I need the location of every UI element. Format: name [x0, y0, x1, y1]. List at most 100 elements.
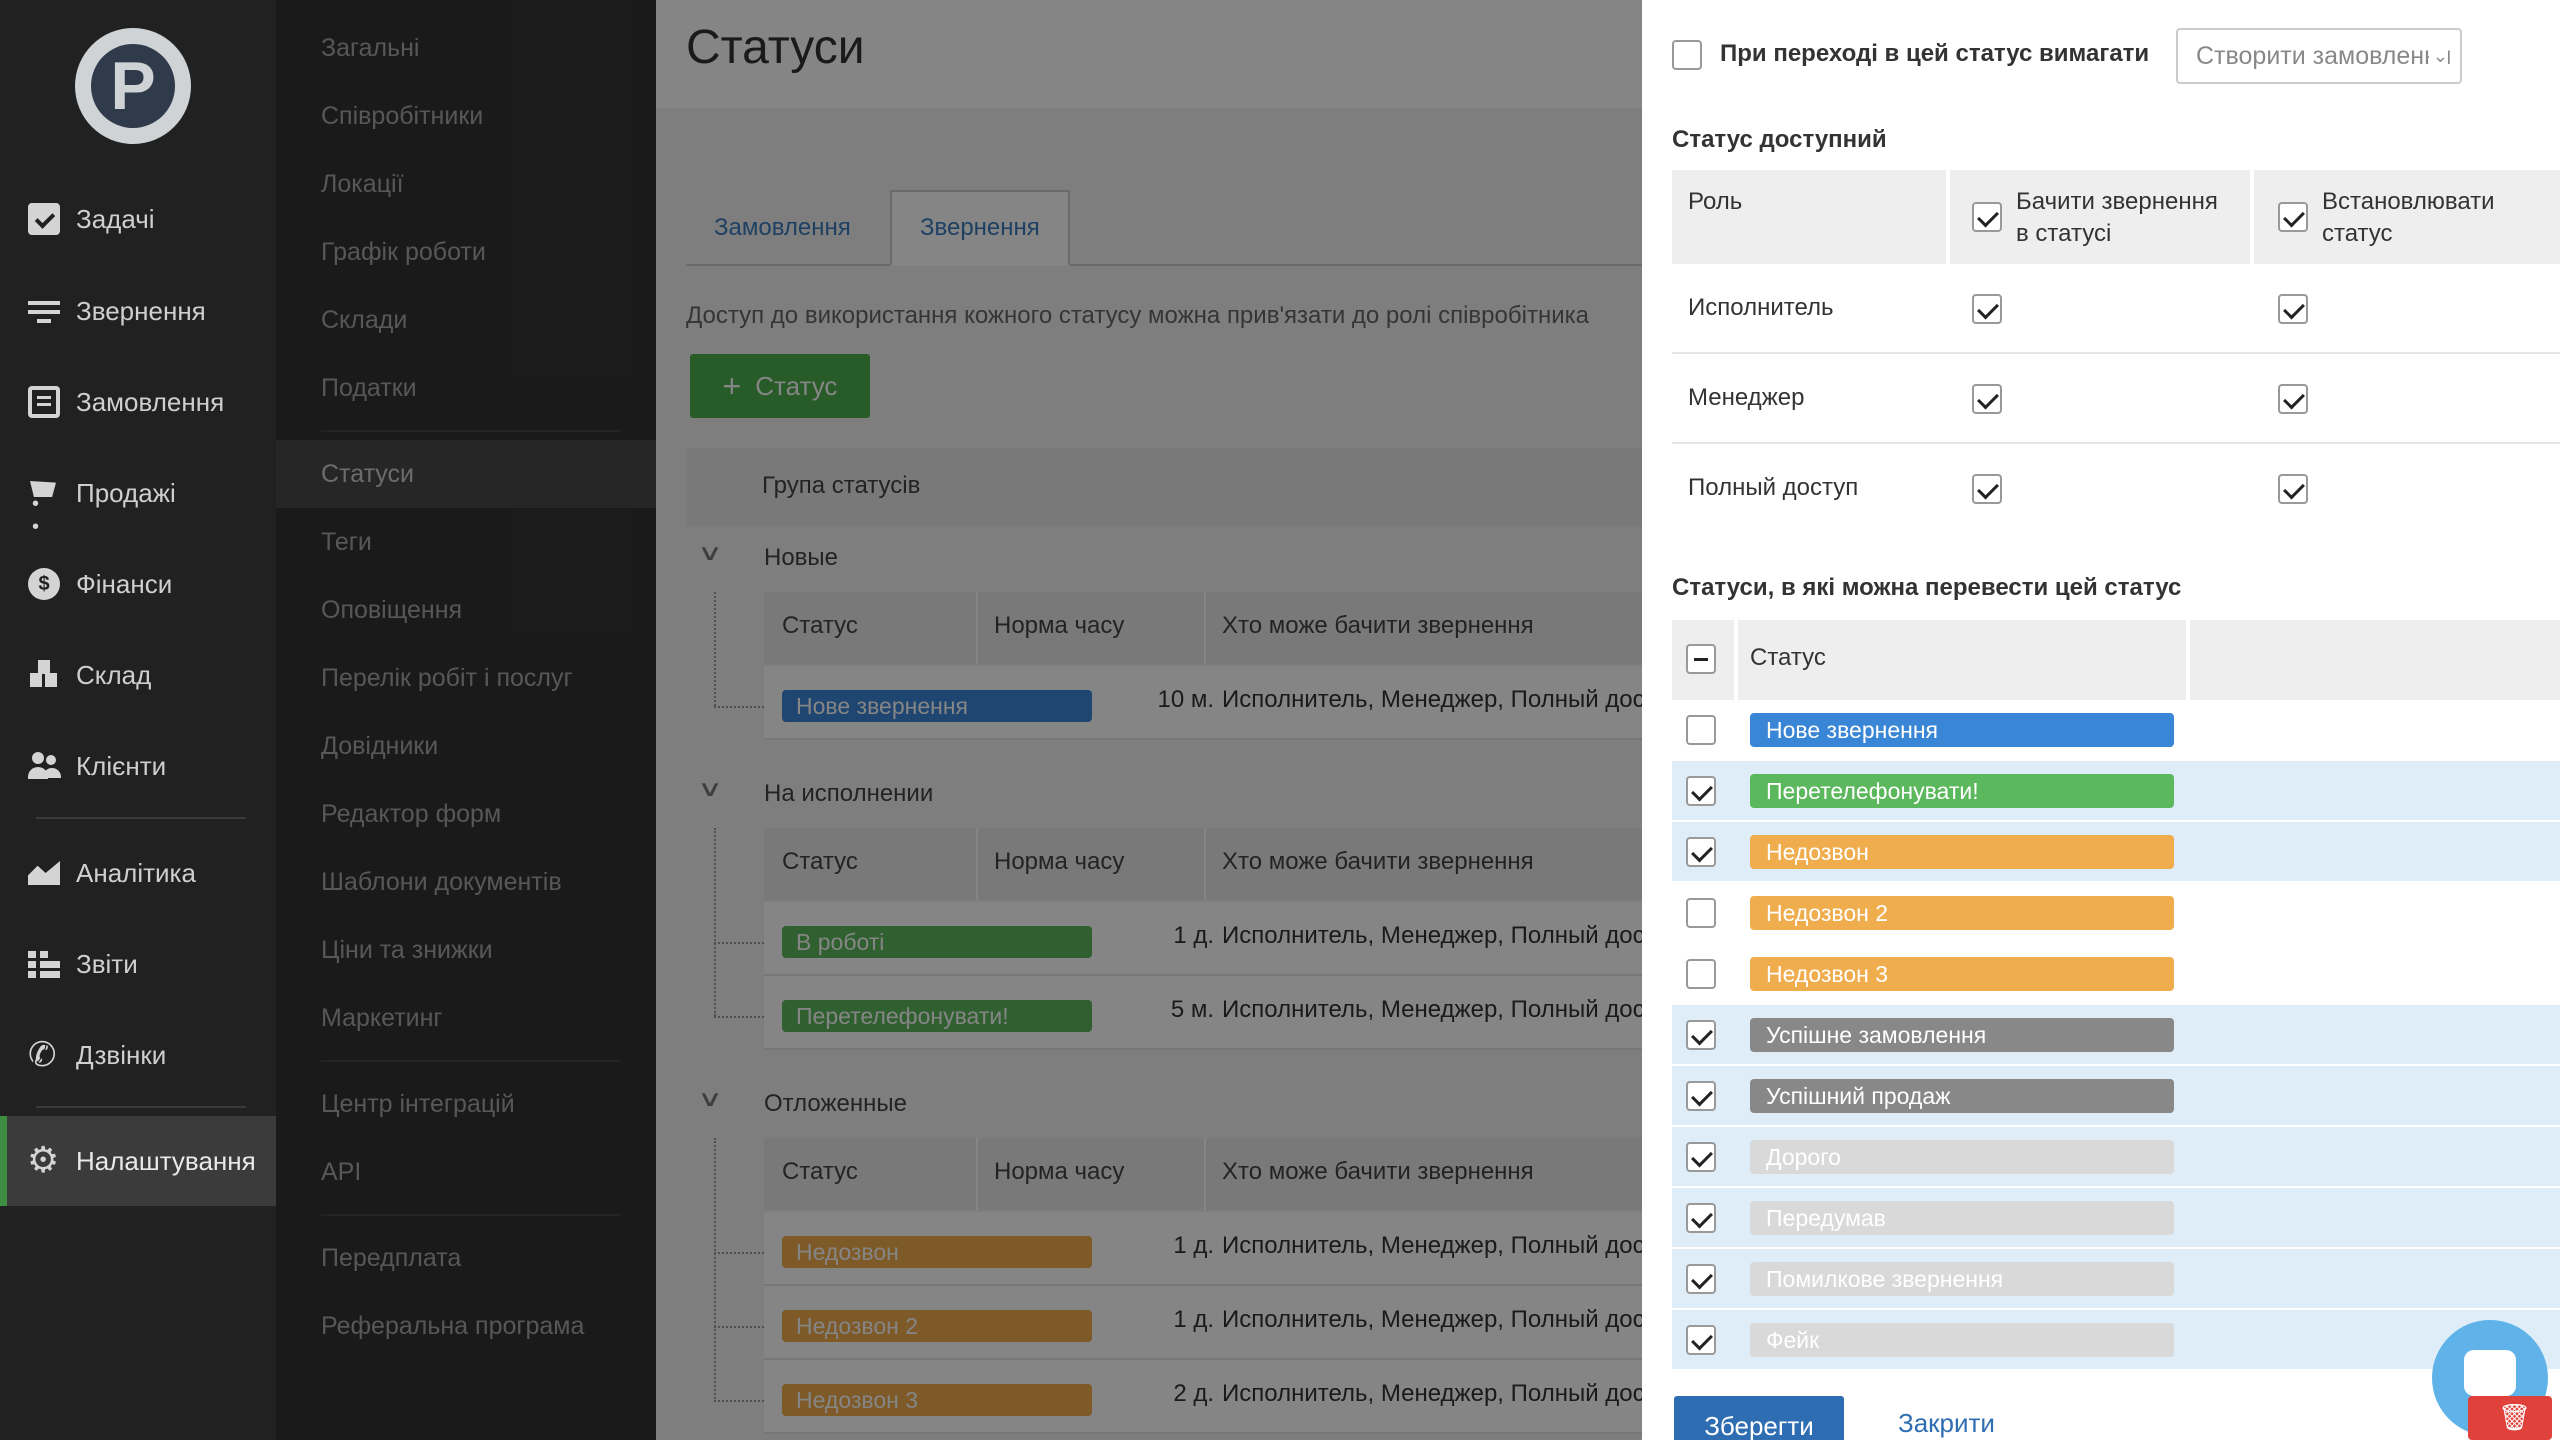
set-checkbox[interactable]	[2278, 294, 2308, 324]
list-icon	[28, 948, 60, 980]
nav-label: Аналітика	[76, 857, 196, 888]
trash-icon[interactable]	[2468, 1396, 2552, 1440]
nav-item-reports[interactable]: Звіти	[0, 933, 276, 995]
transition-row[interactable]: Нове звернення	[1672, 700, 2560, 761]
transition-row[interactable]: Фейк	[1672, 1310, 2560, 1371]
nav-item-settings[interactable]: Налаштування	[0, 1116, 276, 1206]
role-row: Полный доступ	[1672, 444, 2560, 534]
require-select[interactable]: Створити замовлення ⌄	[2176, 28, 2462, 84]
status-pill: Успішний продаж	[1750, 1079, 2174, 1113]
transition-checkbox[interactable]	[1686, 1264, 1716, 1294]
nav-item-clients[interactable]: Клієнти	[0, 735, 276, 797]
nav-label: Звіти	[76, 948, 138, 979]
see-checkbox[interactable]	[1972, 474, 2002, 504]
modal-backdrop[interactable]	[276, 0, 1642, 1440]
nav-item-requests[interactable]: Звернення	[0, 280, 276, 342]
see-all-checkbox[interactable]	[1972, 202, 2002, 232]
status-pill: Недозвон	[1750, 835, 2174, 869]
col-status: Статус	[1750, 644, 1826, 671]
transition-checkbox[interactable]	[1686, 837, 1716, 867]
col-role: Роль	[1688, 188, 1743, 215]
transition-row[interactable]: Передумав	[1672, 1188, 2560, 1249]
col-see-1: Бачити звернення	[2016, 188, 2218, 215]
set-checkbox[interactable]	[2278, 384, 2308, 414]
role-name: Менеджер	[1688, 384, 1805, 411]
status-pill: Дорого	[1750, 1140, 2174, 1174]
transition-row[interactable]: Успішне замовлення	[1672, 1005, 2560, 1066]
close-link[interactable]: Закрити	[1898, 1408, 1995, 1439]
nav-divider	[36, 1106, 246, 1108]
require-label: При переході в цей статус вимагати	[1720, 40, 2150, 67]
status-pill: Перетелефонувати!	[1750, 774, 2174, 808]
transition-row[interactable]: Помилкове звернення	[1672, 1249, 2560, 1310]
available-title: Статус доступний	[1672, 126, 1887, 153]
transition-row[interactable]: Недозвон 3	[1672, 944, 2560, 1005]
transition-checkbox[interactable]	[1686, 1203, 1716, 1233]
transition-checkbox[interactable]	[1686, 776, 1716, 806]
status-pill: Нове звернення	[1750, 713, 2174, 747]
select-all-checkbox[interactable]	[1686, 644, 1716, 674]
set-all-checkbox[interactable]	[2278, 202, 2308, 232]
transition-row[interactable]: Успішний продаж	[1672, 1066, 2560, 1127]
transition-row[interactable]: Недозвон	[1672, 822, 2560, 883]
transitions-title: Статуси, в які можна перевести цей стату…	[1672, 574, 2182, 601]
roles-table-header: Роль Бачити звернення в статусі Встановл…	[1672, 170, 2560, 264]
coin-icon: $	[28, 568, 60, 600]
users-icon	[28, 750, 60, 782]
role-row: Менеджер	[1672, 354, 2560, 444]
transition-checkbox[interactable]	[1686, 1142, 1716, 1172]
nav-item-finance[interactable]: $ Фінанси	[0, 553, 276, 615]
status-pill: Недозвон 2	[1750, 896, 2174, 930]
nav-label: Звернення	[76, 295, 206, 326]
col-see-2: в статусі	[2016, 220, 2112, 247]
role-row: Исполнитель	[1672, 264, 2560, 354]
logo-icon[interactable]: P	[75, 28, 191, 144]
see-checkbox[interactable]	[1972, 294, 2002, 324]
status-pill: Помилкове звернення	[1750, 1262, 2174, 1296]
nav-divider	[36, 817, 246, 819]
nav-item-orders[interactable]: Замовлення	[0, 371, 276, 433]
nav-item-sales[interactable]: Продажі	[0, 462, 276, 540]
status-pill: Успішне замовлення	[1750, 1018, 2174, 1052]
gear-icon	[27, 1139, 60, 1181]
nav-label: Дзвінки	[76, 1039, 167, 1070]
document-icon	[28, 386, 60, 418]
nav-label: Клієнти	[76, 750, 167, 781]
require-select-value: Створити замовлення	[2196, 42, 2452, 70]
nav-item-warehouse[interactable]: Склад	[0, 644, 276, 706]
transition-checkbox[interactable]	[1686, 1020, 1716, 1050]
nav-label: Задачі	[76, 203, 155, 234]
nav-label: Замовлення	[76, 386, 225, 417]
transition-row[interactable]: Перетелефонувати!	[1672, 761, 2560, 822]
role-name: Исполнитель	[1688, 294, 1834, 321]
clipboard-check-icon	[28, 203, 60, 235]
transition-checkbox[interactable]	[1686, 1325, 1716, 1355]
nav-item-calls[interactable]: Дзвінки	[0, 1024, 276, 1086]
main-sidebar: P Задачі Звернення Замовлення Продажі $ …	[0, 0, 276, 1440]
phone-icon	[28, 1035, 60, 1075]
transition-checkbox[interactable]	[1686, 1081, 1716, 1111]
status-settings-panel: При переході в цей статус вимагати Створ…	[1642, 0, 2560, 1440]
nav-label: Фінанси	[76, 568, 173, 599]
chevron-down-icon: ⌄	[2428, 30, 2448, 82]
transition-checkbox[interactable]	[1686, 715, 1716, 745]
nav-item-tasks[interactable]: Задачі	[0, 188, 276, 250]
transition-checkbox[interactable]	[1686, 898, 1716, 928]
require-checkbox[interactable]	[1672, 40, 1702, 70]
status-pill: Фейк	[1750, 1323, 2174, 1357]
filter-icon	[28, 295, 60, 327]
role-name: Полный доступ	[1688, 474, 1859, 501]
set-checkbox[interactable]	[2278, 474, 2308, 504]
nav-item-analytics[interactable]: Аналітика	[0, 842, 276, 904]
transition-checkbox[interactable]	[1686, 959, 1716, 989]
see-checkbox[interactable]	[1972, 384, 2002, 414]
transitions-table-header: Статус	[1672, 620, 2560, 700]
transition-row[interactable]: Недозвон 2	[1672, 883, 2560, 944]
save-button[interactable]: Зберегти	[1674, 1396, 1844, 1440]
col-set-2: статус	[2322, 220, 2393, 247]
col-set-1: Встановлювати	[2322, 188, 2495, 215]
status-pill: Передумав	[1750, 1201, 2174, 1235]
boxes-icon	[28, 659, 60, 691]
nav-label: Налаштування	[76, 1145, 256, 1176]
transition-row[interactable]: Дорого	[1672, 1127, 2560, 1188]
